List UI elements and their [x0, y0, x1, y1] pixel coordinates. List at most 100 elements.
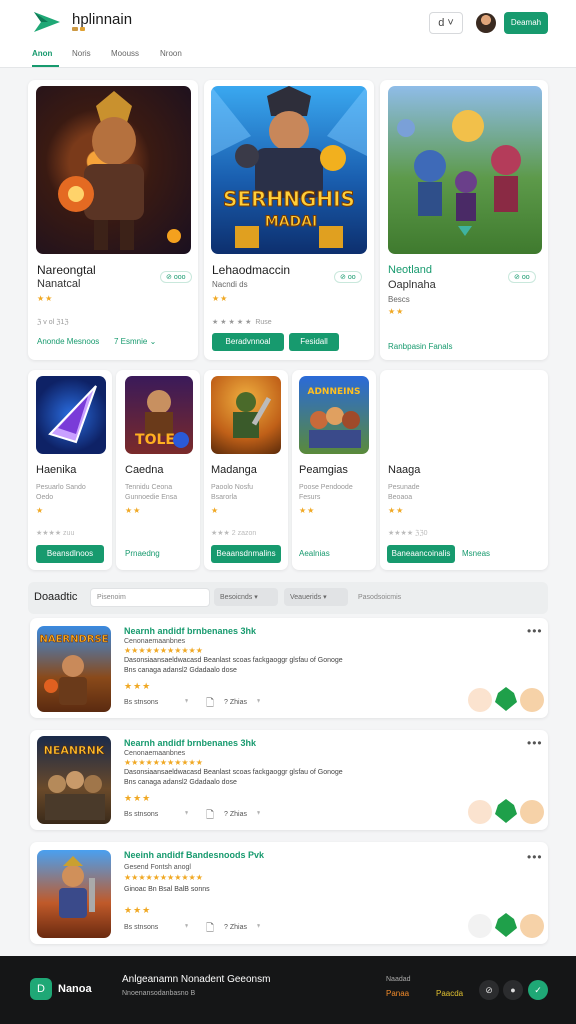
thumb-card-link[interactable]: Prnaedng	[125, 549, 160, 558]
leaf-icon[interactable]	[494, 798, 518, 829]
filter-select[interactable]: Veauerids ▾	[284, 588, 348, 606]
music-icon[interactable]	[468, 800, 492, 824]
thumb-card-button[interactable]: Baneaancoinalis	[387, 545, 455, 563]
rating-stars: ★★★★★★★★★★★	[124, 646, 203, 655]
leaf-icon[interactable]	[494, 686, 518, 717]
list-title[interactable]: Neeinh andidf Bandesnoods Pvk	[124, 850, 264, 860]
section-label: Doaadtic	[34, 591, 78, 603]
game-thumb-card[interactable]: ADNNEINS Peamgias Poose Pendoode Fesurs …	[292, 370, 376, 570]
document-icon[interactable]: 🗋	[206, 696, 214, 713]
footer-link[interactable]: Paacda	[436, 989, 463, 998]
footer-link[interactable]: Panaa	[386, 989, 409, 998]
rating-stars: ★★	[212, 294, 229, 303]
leaf-icon-badge[interactable]: ⊘ ooo	[160, 271, 192, 283]
download-icon[interactable]	[520, 800, 544, 824]
tab-nroon[interactable]: Nroon	[160, 49, 182, 58]
card-meta: ℨ v ol ℨ1ℨ	[37, 319, 69, 326]
list-item[interactable]: NAERNDRSE Nearnh andidf brnbenanes 3hk C…	[30, 618, 548, 718]
social-icon[interactable]: ⊘	[479, 980, 499, 1000]
bookmark-icon[interactable]: ♆	[184, 923, 189, 930]
thumb-card-button[interactable]: Beaansdnmalins	[211, 545, 281, 563]
svg-text:NAERNDRSE: NAERNDRSE	[39, 634, 108, 645]
account-dropdown-button[interactable]: d ˅	[429, 12, 463, 34]
tab-noris[interactable]: Noris	[72, 49, 91, 58]
card-subtitle: Nanatcal	[37, 278, 81, 290]
game-art-image: NAERNDRSE	[37, 626, 111, 712]
game-art-image	[36, 376, 106, 454]
share-icon[interactable]: ♆	[256, 923, 261, 930]
card-meta: Oedo	[36, 494, 54, 501]
secondary-card-button[interactable]: Fesidall	[289, 333, 339, 351]
thumb-card-link[interactable]: Aealnias	[299, 549, 330, 558]
download-icon[interactable]	[520, 914, 544, 938]
game-thumb-card[interactable]: Naaga Pesunade Beoaoa ★★ ★★★★ ℨℨ0 Baneaa…	[380, 370, 548, 570]
tab-anon[interactable]: Anon	[32, 49, 52, 58]
game-art-image	[36, 86, 191, 254]
active-tab-indicator	[32, 65, 59, 67]
game-thumb-card[interactable]: Madanga Paoolo Nosfu Bsarorla ★ ★★★ 2 za…	[204, 370, 288, 570]
thumb-card-button[interactable]: Beansdlnoos	[36, 545, 104, 563]
game-art-image: TOLE	[125, 376, 193, 454]
header-cta-button[interactable]: Deamah	[504, 12, 548, 34]
card-meta: ★★★★★ Ruse	[212, 319, 272, 326]
more-dots-icon[interactable]: •••	[527, 850, 543, 864]
footer-logo-badge[interactable]: D	[30, 978, 52, 1000]
card-title: Lehaodmaccin	[212, 263, 291, 277]
document-icon[interactable]: 🗋	[206, 921, 214, 938]
list-subtitle: Cenonaemaanbnes	[124, 750, 186, 757]
primary-card-button[interactable]: Beradvnnoal	[212, 333, 284, 351]
game-art-image: ADNNEINS	[299, 376, 369, 454]
filter-select[interactable]: Besoicnds ▾	[214, 588, 278, 606]
card-meta: ★★★★ zuu	[36, 530, 75, 537]
social-icon[interactable]: ●	[503, 980, 523, 1000]
document-icon[interactable]: 🗋	[206, 808, 214, 825]
list-title[interactable]: Nearnh andidf brnbenanes 3hk	[124, 626, 256, 636]
leaf-icon[interactable]	[494, 912, 518, 943]
download-icon[interactable]	[520, 688, 544, 712]
svg-text:MADAI: MADAI	[265, 214, 317, 230]
leaf-icon-badge[interactable]: ⊘ oo	[334, 271, 362, 283]
card-link-secondary[interactable]: 7 Esmnie ⌄	[114, 337, 156, 346]
rating-stars: ★★★	[124, 681, 152, 691]
featured-card[interactable]: SERHNGHIS MADAI Lehaodmaccin Nacndi ds ⊘…	[204, 80, 374, 360]
avatar[interactable]	[476, 13, 496, 33]
filter-bar: Doaadtic Pisenoim Besoicnds ▾ Veauerids …	[28, 582, 548, 614]
game-thumb-card[interactable]: Haenika Pesuarlo Sando Oedo ★ ★★★★ zuu B…	[28, 370, 112, 570]
game-art-image	[37, 850, 111, 938]
rating-stars: ★★★★★★★★★★★	[124, 758, 203, 767]
social-icon[interactable]: ✓	[528, 980, 548, 1000]
leaf-icon-badge[interactable]: ⊘ oo	[508, 271, 536, 283]
list-title[interactable]: Nearnh andidf brnbenanes 3hk	[124, 738, 256, 748]
list-description: Dasonsiaansaeldwacasd Beanlast scoas fac…	[124, 657, 343, 664]
rating-stars: ★★★	[124, 793, 152, 803]
search-input[interactable]: Pisenoim	[90, 588, 210, 607]
music-icon[interactable]	[468, 914, 492, 938]
footer-brand[interactable]: Nanoa	[58, 983, 92, 995]
list-item[interactable]: Neeinh andidf Bandesnoods Pvk Gesend Fon…	[30, 842, 548, 944]
list-item[interactable]: NEANRNK Nearnh andidf brnbenanes 3hk Cen…	[30, 730, 548, 830]
more-dots-icon[interactable]: •••	[527, 624, 543, 638]
more-dots-icon[interactable]: •••	[527, 736, 543, 750]
thumb-card-link[interactable]: Msneas	[462, 549, 490, 558]
card-meta: Paoolo Nosfu	[211, 484, 254, 491]
brand-name[interactable]: hplinnain	[72, 11, 132, 28]
card-title: Naaga	[388, 464, 421, 476]
card-link[interactable]: Anonde Mesnoos	[37, 337, 99, 346]
featured-card[interactable]: Nareongtal Nanatcal ⊘ ooo ★★ ℨ v ol ℨ1ℨ …	[28, 80, 198, 360]
share-icon[interactable]: ♆	[256, 810, 261, 817]
bookmark-icon[interactable]: ♆	[184, 698, 189, 705]
tab-moouss[interactable]: Moouss	[111, 49, 139, 58]
card-meta: Bsarorla	[211, 494, 238, 501]
list-description: Bns canaga adansl2 Gdadaalo dose	[124, 779, 237, 786]
music-icon[interactable]	[468, 688, 492, 712]
filter-option[interactable]: Pasodsoicmis	[358, 594, 401, 601]
share-icon[interactable]: ♆	[256, 698, 261, 705]
game-thumb-card[interactable]: TOLE Caedna Tennidu Ceona Gunnoedie Ensa…	[116, 370, 200, 570]
bookmark-icon[interactable]: ♆	[184, 810, 189, 817]
featured-card[interactable]: Neotland Oaplnaha Bescs ⊘ oo ★★ Ranbpasi…	[380, 80, 548, 360]
card-meta: Poose Pendoode	[299, 484, 353, 491]
logo-play-icon[interactable]	[32, 10, 62, 34]
card-link[interactable]: Ranbpasin Fanals	[388, 342, 452, 351]
footer: D Nanoa Anlgeanamn Nonadent Geeonsm Nnoe…	[0, 956, 576, 1024]
rating-stars: ★★	[37, 294, 54, 303]
